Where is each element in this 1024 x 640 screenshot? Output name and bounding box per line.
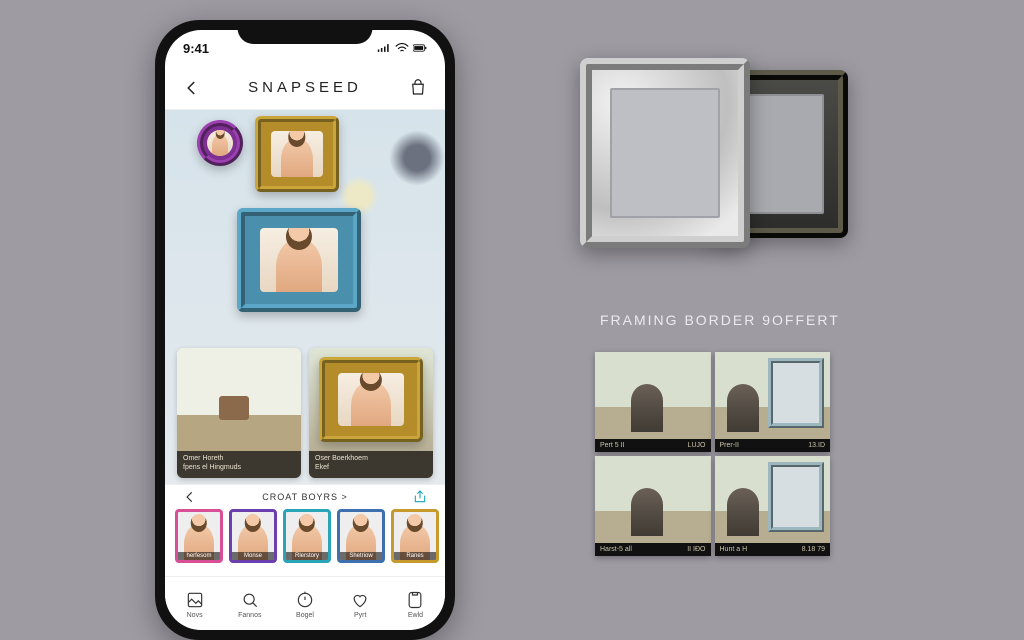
hero-caption: FRAMING BORDER 9OFFERT (600, 312, 840, 328)
app-title: SNAPSEED (248, 79, 362, 96)
phone-screen: 9:41 SNAPSEED (165, 30, 445, 630)
battery-icon (413, 43, 427, 53)
style-thumbs[interactable]: herfesom Monse Rlerstory Shetriow Ranes (165, 509, 445, 576)
hero-frame-silver (580, 58, 750, 248)
sample-label: Prer-II13.ID (715, 439, 831, 452)
sample-label: Hunt a H8.18 79 (715, 543, 831, 556)
style-thumb[interactable]: Rlerstory (283, 509, 331, 563)
cell-signal-icon (377, 43, 391, 53)
bag-icon (409, 79, 427, 97)
tab-label: Ewld (408, 612, 423, 619)
gallery-card-title: Oser Boerkhoem (315, 455, 427, 463)
gallery-card[interactable]: Omer Horeth fpens el Hingmuds (177, 348, 301, 478)
style-strip-header: CROAT BOYRS > (165, 485, 445, 509)
strip-title: CROAT BOYRS > (262, 492, 347, 502)
tab-label: Novs (187, 612, 203, 619)
tab-label: Bogel (296, 612, 314, 619)
tab-icon (405, 590, 425, 610)
sample-figure (631, 488, 663, 536)
tab-icon (240, 590, 260, 610)
sample-frame (768, 358, 824, 428)
gallery-card[interactable]: Oser Boerkhoem Ekef (309, 348, 433, 478)
sample-tile[interactable]: Pert 5 IILUJO (595, 352, 711, 452)
sample-tile[interactable]: Hunt a H8.18 79 (715, 456, 831, 556)
share-icon (412, 489, 428, 505)
canvas-frame-gold-small[interactable] (255, 116, 339, 192)
thumb-label: Shetriow (340, 552, 382, 560)
share-button[interactable] (407, 484, 433, 510)
style-thumb[interactable]: Shetriow (337, 509, 385, 563)
phone-notch (238, 20, 373, 44)
sample-figure (631, 384, 663, 432)
tab-bogel[interactable]: Bogel (277, 581, 332, 628)
decor-bubble (387, 128, 445, 188)
editor-canvas[interactable]: Omer Horeth fpens el Hingmuds Oser Boerk… (165, 110, 445, 484)
canvas-gallery-row: Omer Horeth fpens el Hingmuds Oser Boerk… (177, 348, 433, 478)
shopping-bag-button[interactable] (405, 75, 431, 101)
wifi-icon (395, 43, 409, 53)
tab-icon (295, 590, 315, 610)
sample-tile[interactable]: Harst-5 allII IÐO (595, 456, 711, 556)
tab-ewld[interactable]: Ewld (388, 581, 443, 628)
tab-pyrt[interactable]: Pyrt (333, 581, 388, 628)
sample-label: Harst-5 allII IÐO (595, 543, 711, 556)
hero-frames (580, 58, 840, 258)
strip-back-button[interactable] (177, 484, 203, 510)
sample-tile[interactable]: Prer-II13.ID (715, 352, 831, 452)
chevron-left-icon (183, 79, 201, 97)
sample-frame (768, 462, 824, 532)
chevron-left-icon (183, 490, 197, 504)
sample-label: Pert 5 IILUJO (595, 439, 711, 452)
tab-icon (185, 590, 205, 610)
thumb-label: Ranes (394, 552, 436, 560)
canvas-frame-avatar[interactable] (197, 120, 243, 166)
sample-grid: Pert 5 IILUJO Prer-II13.ID Harst-5 allII I… (595, 352, 830, 556)
status-time: 9:41 (183, 41, 209, 56)
status-icons (377, 43, 427, 53)
tab-fannos[interactable]: Fannos (222, 581, 277, 628)
back-button[interactable] (179, 75, 205, 101)
gallery-card-subtitle: fpens el Hingmuds (183, 464, 295, 472)
phone-device: 9:41 SNAPSEED (155, 20, 455, 640)
canvas-frame-blue[interactable] (237, 208, 361, 312)
style-thumb[interactable]: Ranes (391, 509, 439, 563)
gallery-card-title: Omer Horeth (183, 455, 295, 463)
tab-bar: Novs Fannos Bogel Pyrt Ewld (165, 576, 445, 630)
style-thumb[interactable]: herfesom (175, 509, 223, 563)
sample-figure (727, 384, 759, 432)
sample-figure (727, 488, 759, 536)
tab-novs[interactable]: Novs (167, 581, 222, 628)
thumb-label: Rlerstory (286, 552, 328, 560)
tab-label: Pyrt (354, 612, 366, 619)
thumb-label: herfesom (178, 552, 220, 560)
tab-icon (350, 590, 370, 610)
style-strip: CROAT BOYRS > herfesom Monse Rlerstory Shet… (165, 484, 445, 576)
app-nav: SNAPSEED (165, 66, 445, 110)
thumb-label: Monse (232, 552, 274, 560)
gallery-card-subtitle: Ekef (315, 464, 427, 472)
tab-label: Fannos (238, 612, 261, 619)
style-thumb[interactable]: Monse (229, 509, 277, 563)
